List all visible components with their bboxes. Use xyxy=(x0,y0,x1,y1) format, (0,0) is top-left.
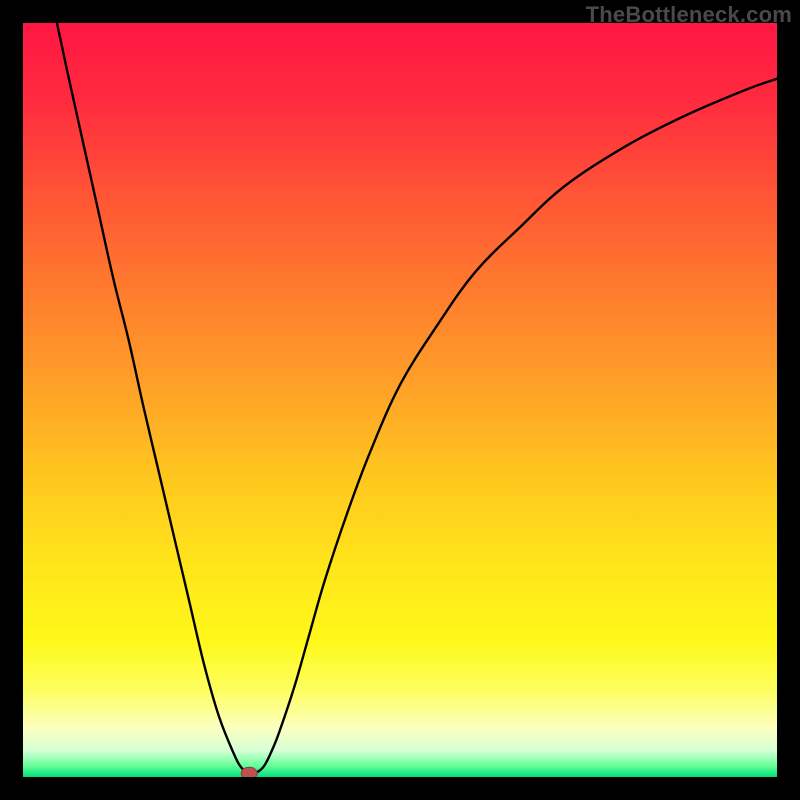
optimal-point-marker xyxy=(241,767,257,777)
chart-svg xyxy=(23,23,777,777)
plot-area xyxy=(23,23,777,777)
gradient-background xyxy=(23,23,777,777)
outer-frame: TheBottleneck.com xyxy=(0,0,800,800)
